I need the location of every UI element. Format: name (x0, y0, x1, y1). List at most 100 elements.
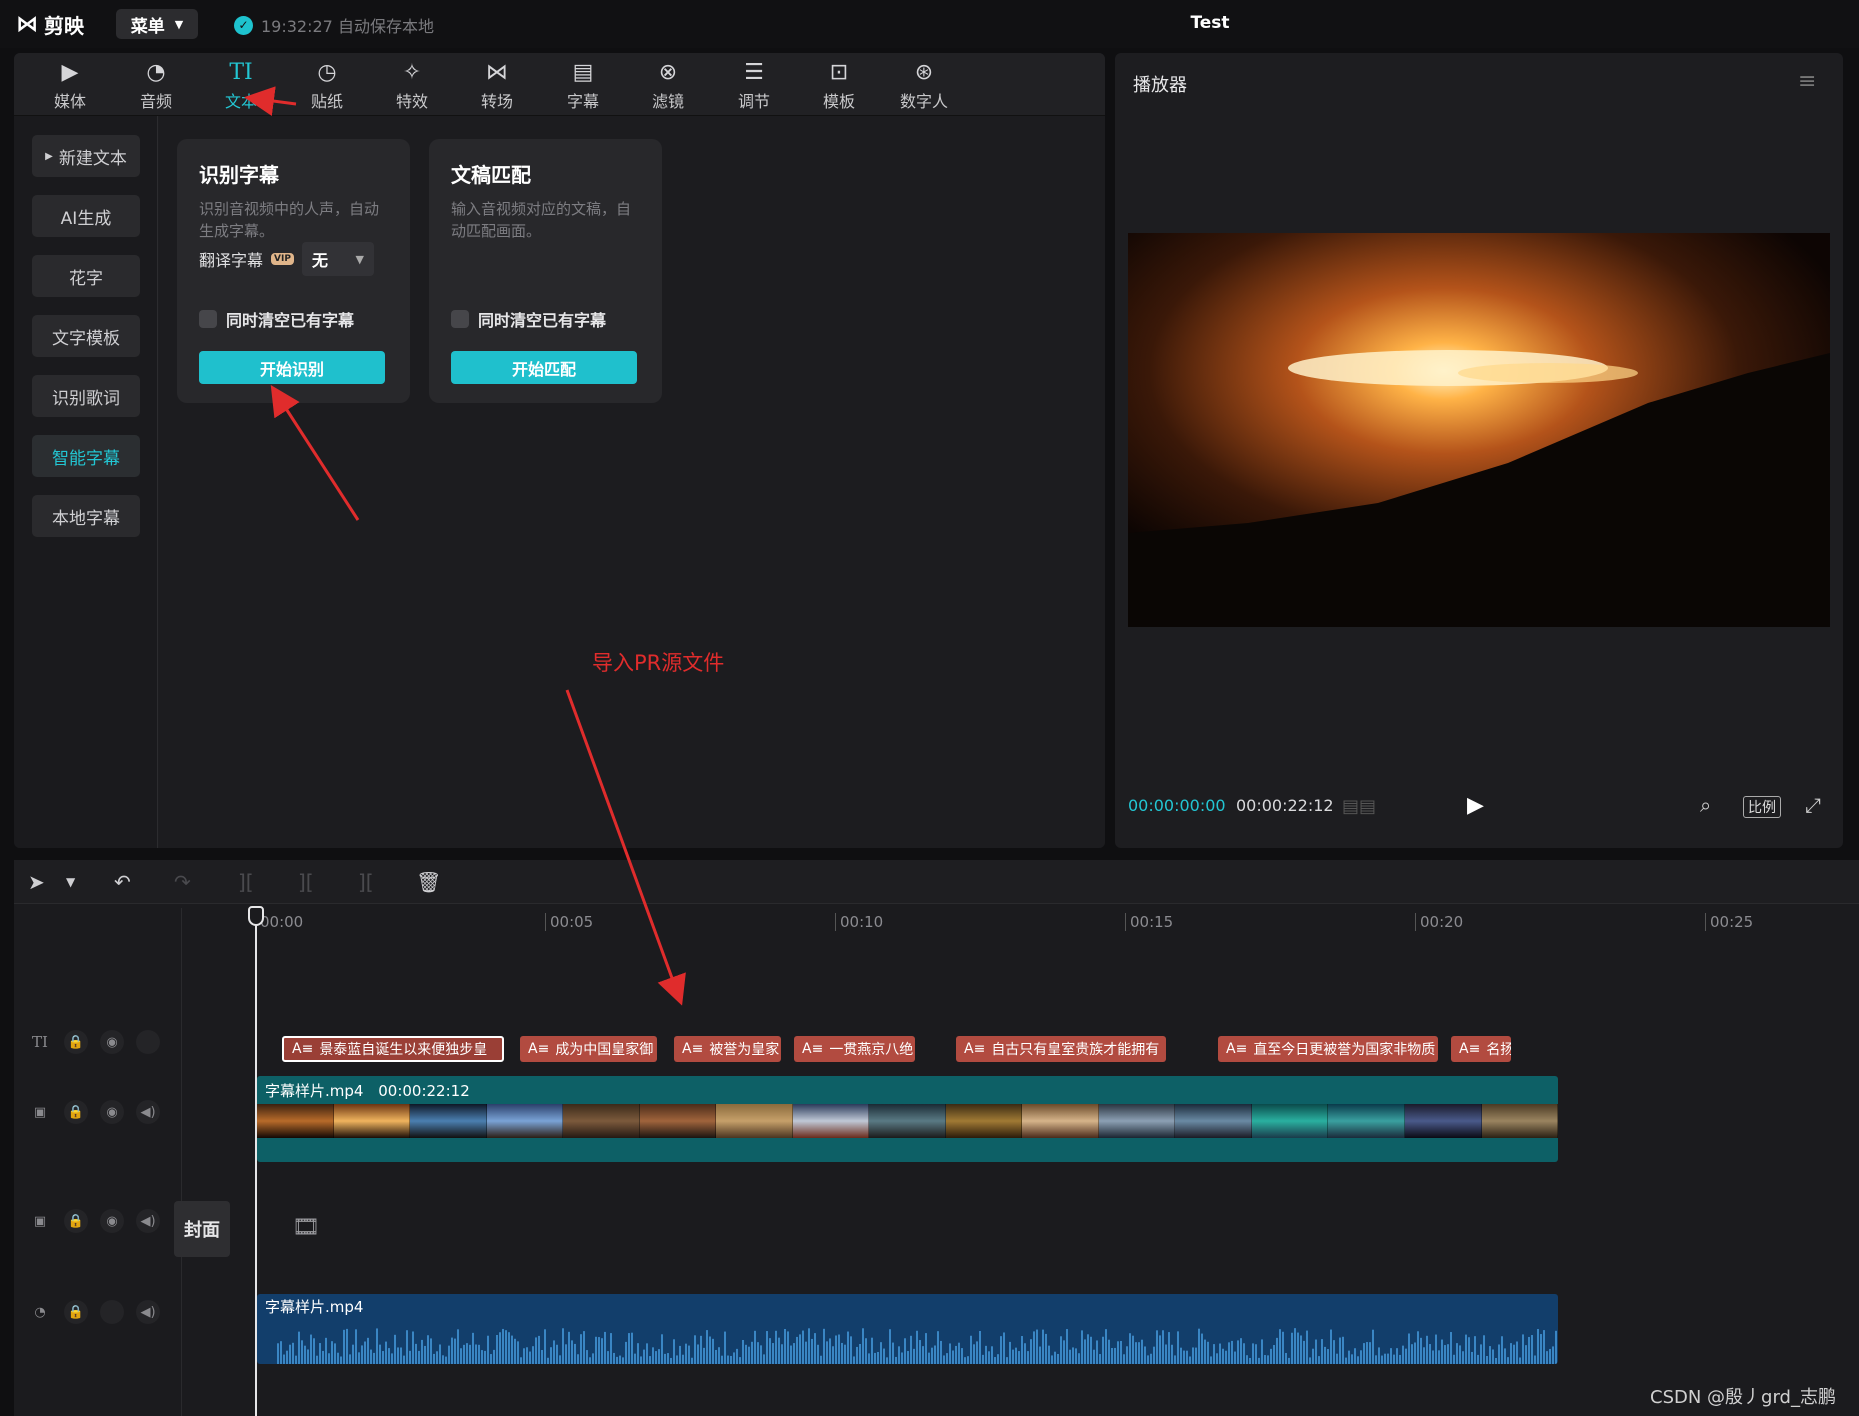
tab-effects[interactable]: ✧ 特效 (377, 58, 447, 112)
waveform-bar (571, 1340, 573, 1364)
waveform-bar (337, 1352, 339, 1364)
delete-icon[interactable]: 🗑 (416, 870, 441, 894)
menu-label: 菜单 (130, 16, 165, 37)
tab-label: 音频 (139, 92, 172, 111)
sidebar-item-new-text[interactable]: ▶ 新建文本 (32, 135, 140, 177)
speaker-icon[interactable]: ◀) (136, 1209, 160, 1233)
eye-icon[interactable]: ◉ (100, 1209, 124, 1233)
clear-existing-checkbox[interactable] (199, 310, 217, 328)
waveform-bar (817, 1344, 819, 1364)
clear-existing-checkbox[interactable] (451, 310, 469, 328)
waveform-bar (1210, 1356, 1212, 1364)
clear-existing-option[interactable]: 同时清空已有字幕 (451, 307, 606, 331)
tab-audio[interactable]: ◔ 音频 (121, 58, 191, 112)
clear-existing-option[interactable]: 同时清空已有字幕 (199, 307, 354, 331)
subtitle-clip[interactable]: A≡ 被誉为皇家 (674, 1036, 781, 1062)
waveform-bar (694, 1335, 696, 1364)
checkbox-label: 同时清空已有字幕 (478, 311, 607, 330)
tab-transition[interactable]: ⋈ 转场 (462, 58, 532, 112)
waveform-bar (1315, 1339, 1317, 1364)
subtitle-clip[interactable]: A≡ 直至今日更被誉为国家非物质 (1218, 1036, 1438, 1062)
waveform-bar (361, 1345, 363, 1364)
zoom-fit-icon[interactable]: ⌕ (1700, 793, 1711, 817)
waveform-bar (853, 1356, 855, 1364)
start-match-button[interactable]: 开始匹配 (451, 351, 637, 384)
vip-badge: VIP (271, 253, 294, 265)
waveform-bar (478, 1344, 480, 1364)
waveform-bar (985, 1345, 987, 1364)
subtitle-clip[interactable]: A≡ 自古只有皇室贵族才能拥有 (956, 1036, 1166, 1062)
waveform-bar (1171, 1344, 1173, 1364)
text-clip-icon: A≡ (802, 1041, 824, 1057)
subtitle-clip[interactable]: A≡ 景泰蓝自诞生以来便独步皇 (282, 1036, 504, 1062)
waveform-bar (826, 1341, 828, 1364)
play-button[interactable]: ▶ (1467, 793, 1484, 818)
delete-right-icon[interactable]: ][ (358, 870, 374, 894)
video-clip[interactable]: 字幕样片.mp4 00:00:22:12 (257, 1076, 1558, 1162)
translate-language-select[interactable]: 无 ▼ (301, 242, 374, 276)
cover-button[interactable]: 封面 (174, 1201, 230, 1257)
redo-icon[interactable]: ↷ (174, 870, 191, 894)
chevron-down-icon[interactable]: ▼ (66, 875, 75, 889)
subtitle-clip[interactable]: A≡ 一贯燕京八绝 (794, 1036, 915, 1062)
lock-icon[interactable]: 🔒 (64, 1100, 88, 1124)
fullscreen-icon[interactable]: ⤢ (1805, 793, 1821, 817)
hamburger-menu-icon[interactable]: ≡ (1798, 69, 1816, 94)
lock-icon[interactable]: 🔒 (64, 1209, 88, 1233)
speaker-icon[interactable]: ◀) (136, 1300, 160, 1324)
waveform-bar (1111, 1347, 1113, 1364)
lock-icon[interactable]: 🔒 (64, 1030, 88, 1054)
tab-subtitle[interactable]: ▤ 字幕 (548, 58, 618, 112)
playhead-handle[interactable] (248, 906, 264, 926)
eye-icon[interactable]: ◉ (100, 1100, 124, 1124)
sidebar-item-smart-subtitle[interactable]: 智能字幕 (32, 435, 140, 477)
tab-digital-human[interactable]: ⊛ 数字人 (889, 58, 959, 112)
waveform-bar (1027, 1351, 1029, 1364)
sidebar-item-local-subtitle[interactable]: 本地字幕 (32, 495, 140, 537)
sidebar-item-ai-generate[interactable]: AI生成 (32, 195, 140, 237)
audio-clip[interactable]: 字幕样片.mp4 (257, 1294, 1558, 1364)
waveform-bar (1129, 1333, 1131, 1364)
tab-text[interactable]: TI 文本 (206, 58, 276, 112)
eye-icon[interactable]: ◉ (100, 1030, 124, 1054)
sidebar-item-fancy-text[interactable]: 花字 (32, 255, 140, 297)
subtitle-clip[interactable]: A≡ 成为中国皇家御 (520, 1036, 657, 1062)
waveform-bar (379, 1344, 381, 1364)
waveform-bar (913, 1348, 915, 1364)
tab-adjust[interactable]: ☰ 调节 (719, 58, 789, 112)
waveform-bar (1201, 1333, 1203, 1364)
select-cursor-icon[interactable]: ➤ (28, 870, 45, 894)
lock-icon[interactable]: 🔒 (64, 1300, 88, 1324)
waveform-bar (658, 1349, 660, 1364)
sidebar-item-text-template[interactable]: 文字模板 (32, 315, 140, 357)
delete-left-icon[interactable]: ][ (298, 870, 314, 894)
waveform-bar (397, 1347, 399, 1364)
waveform-bar (595, 1336, 597, 1364)
waveform-bar (994, 1357, 996, 1364)
subtitle-clip[interactable]: A≡ 名扬 (1451, 1036, 1511, 1062)
start-recognize-button[interactable]: 开始识别 (199, 351, 385, 384)
sidebar-item-recognize-lyrics[interactable]: 识别歌词 (32, 375, 140, 417)
video-preview (1128, 233, 1830, 627)
waveform-bar (607, 1351, 609, 1364)
menu-button[interactable]: 菜单 ▼ (116, 9, 198, 39)
tab-media[interactable]: ▶ 媒体 (35, 58, 105, 112)
video-track-controls: ▣ 🔒 ◉ ◀) (28, 1100, 160, 1124)
tab-template[interactable]: ⊡ 模板 (804, 58, 874, 112)
tab-filter[interactable]: ⊗ 滤镜 (633, 58, 703, 112)
playhead[interactable] (255, 908, 257, 1416)
waveform-bar (1156, 1330, 1158, 1364)
waveform-bar (1279, 1329, 1281, 1364)
frame-grid-icon[interactable]: ▤▤ (1342, 796, 1376, 817)
split-icon[interactable]: ][ (238, 870, 254, 894)
waveform-bar (1375, 1355, 1377, 1364)
watermark: CSDN @殷丿grd_志鹏 (1650, 1387, 1836, 1408)
waveform-bar (469, 1344, 471, 1364)
tab-sticker[interactable]: ◷ 贴纸 (292, 58, 362, 112)
waveform-bar (1207, 1341, 1209, 1364)
aspect-ratio-button[interactable]: 比例 (1743, 796, 1781, 818)
undo-icon[interactable]: ↶ (114, 870, 131, 894)
speaker-icon[interactable]: ◀) (136, 1100, 160, 1124)
waveform-bar (358, 1352, 360, 1364)
waveform-bar (1228, 1342, 1230, 1364)
